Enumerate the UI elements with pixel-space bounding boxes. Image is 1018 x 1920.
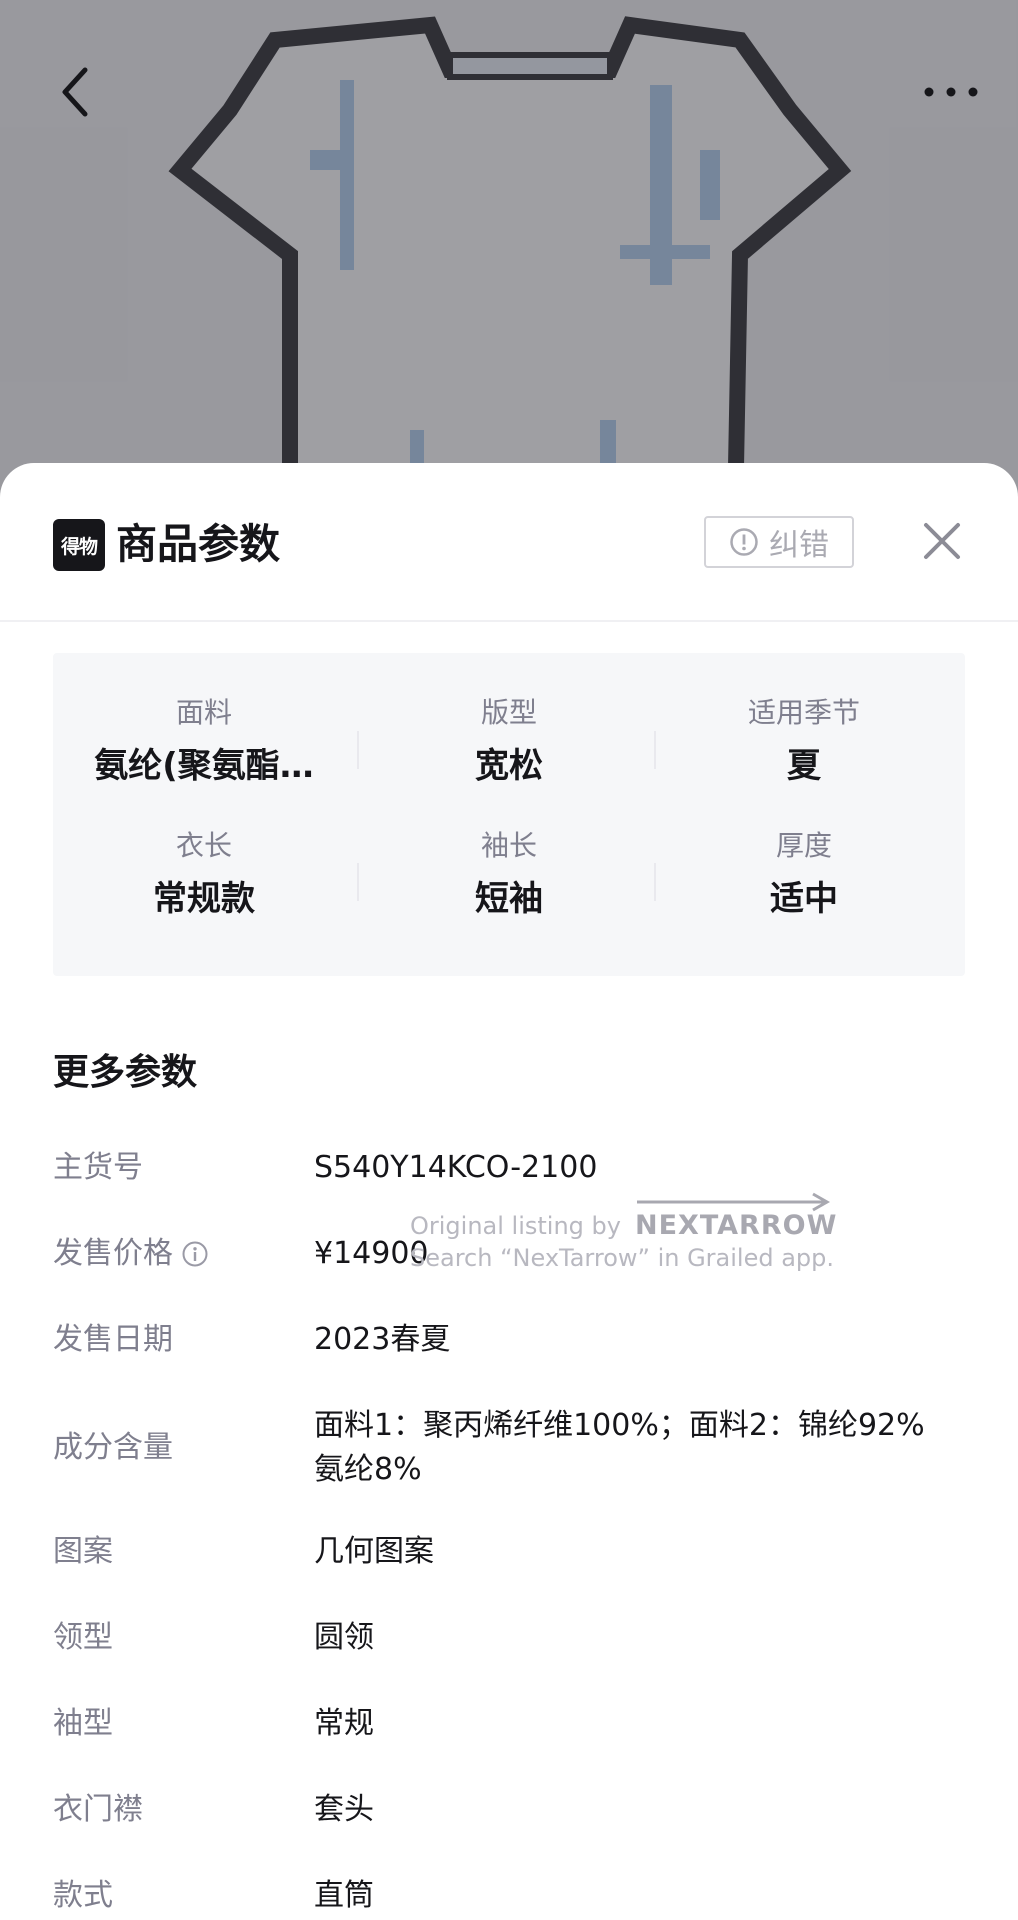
sheet-title: 商品参数 (116, 520, 280, 568)
column-divider (357, 731, 359, 769)
close-icon (924, 523, 960, 559)
param-value: 宽松 (475, 746, 543, 786)
param-row-key: 主货号 (53, 1150, 143, 1185)
param-row-value: 直筒 (314, 1878, 374, 1913)
param-cell: 适用季节 夏 (659, 693, 949, 791)
param-value: 常规款 (153, 879, 255, 919)
param-row-value: 常规 (314, 1706, 374, 1741)
close-button[interactable] (910, 509, 974, 573)
param-row-key: 衣门襟 (53, 1792, 143, 1827)
info-icon[interactable] (181, 1240, 209, 1268)
param-row-value: 2023春夏 (314, 1322, 451, 1357)
warning-circle-icon (730, 528, 758, 556)
column-divider (357, 863, 359, 901)
report-error-button[interactable]: 纠错 (704, 516, 854, 568)
watermark-line2: Search “NexTarrow” in Grailed app. (410, 1244, 835, 1272)
param-row-key: 领型 (53, 1620, 113, 1655)
param-cell: 面料 氨纶(聚氨酯… (59, 693, 349, 791)
param-row-value: 套头 (314, 1792, 374, 1827)
more-horizontal-icon (924, 87, 978, 97)
param-cell: 厚度 适中 (659, 826, 949, 924)
param-row-key: 发售价格 (53, 1232, 209, 1276)
param-row-key: 袖型 (53, 1706, 113, 1741)
param-label: 适用季节 (747, 696, 860, 729)
arrow-logo-icon (636, 1192, 831, 1212)
param-label: 面料 (175, 696, 232, 729)
product-image (0, 0, 1018, 520)
param-value: 夏 (787, 746, 821, 786)
param-value: 氨纶(聚氨酯… (94, 746, 314, 786)
param-value: 适中 (770, 879, 838, 919)
watermark-brand: NEXTARROW (634, 1210, 838, 1241)
watermark-line1: Original listing by (410, 1212, 621, 1240)
param-row-value: 面料1：聚丙烯纤维100%；面料2：锦纶92% 氨纶8% (314, 1408, 925, 1487)
more-params-title: 更多参数 (53, 1052, 198, 1093)
param-row-value: S540Y14KCO-2100 (314, 1150, 598, 1185)
back-arrow-icon (62, 67, 88, 117)
param-label: 厚度 (775, 829, 832, 862)
param-label: 衣长 (175, 829, 232, 862)
param-row-value: 圆领 (314, 1620, 374, 1655)
back-button[interactable] (40, 52, 110, 132)
report-error-label: 纠错 (769, 528, 829, 563)
app-logo: 得物 (53, 519, 105, 571)
column-divider (654, 731, 656, 769)
param-cell: 版型 宽松 (364, 693, 654, 791)
param-row-key: 成分含量 (53, 1430, 173, 1465)
param-label: 版型 (480, 696, 537, 729)
param-label: 袖长 (480, 829, 537, 862)
param-value: 短袖 (475, 879, 543, 919)
dim-overlay (0, 0, 1018, 520)
param-cell: 袖长 短袖 (364, 826, 654, 924)
param-cell: 衣长 常规款 (59, 826, 349, 924)
column-divider (654, 863, 656, 901)
watermark: Original listing by NEXTARROW Search “Ne… (410, 1192, 850, 1274)
params-sheet: 得物 商品参数 纠错 面料 氨纶(聚氨酯… 版型 宽松 适用季节 夏 衣长 常规… (0, 463, 1018, 1920)
param-row-key: 款式 (53, 1878, 113, 1913)
param-row-key: 发售日期 (53, 1322, 173, 1357)
sheet-header: 得物 商品参数 纠错 (0, 463, 1018, 622)
param-row-value: 几何图案 (314, 1534, 434, 1569)
param-row-key: 图案 (53, 1534, 113, 1569)
key-params-panel: 面料 氨纶(聚氨酯… 版型 宽松 适用季节 夏 衣长 常规款 袖长 短袖 厚度 … (53, 653, 965, 976)
more-button[interactable] (906, 52, 996, 132)
